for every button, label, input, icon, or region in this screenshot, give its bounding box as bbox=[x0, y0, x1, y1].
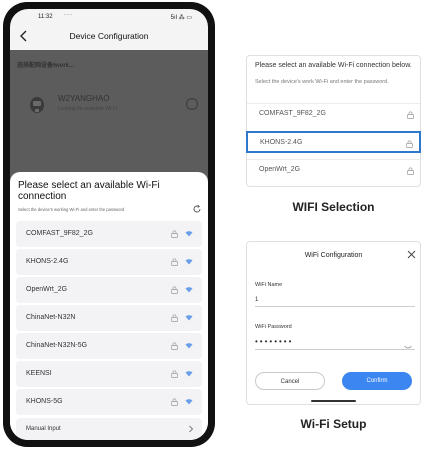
network-name: COMFAST_9F82_2G bbox=[259, 110, 326, 117]
manual-input-label: Manual Input bbox=[26, 426, 61, 432]
network-name: KEENSI bbox=[26, 370, 52, 377]
wifi-name-label: WiFi Name bbox=[255, 282, 283, 288]
lock-icon bbox=[407, 167, 414, 175]
network-item[interactable]: OpenWrt_2G bbox=[16, 277, 202, 303]
lock-icon bbox=[171, 230, 178, 238]
sheet-subtitle: Select the device's working Wi-Fi and en… bbox=[18, 207, 125, 212]
status-time: 11:32 bbox=[38, 14, 53, 20]
status-icons: 5ıl ⁂ ▭ bbox=[170, 15, 192, 21]
lock-icon bbox=[171, 258, 178, 266]
device-row: W2YANGHAO Looking for available Wi-Fi... bbox=[28, 92, 198, 118]
wifi-password-label: WiFi Password bbox=[255, 324, 292, 330]
device-radio[interactable] bbox=[186, 98, 198, 110]
device-status: Looking for available Wi-Fi... bbox=[58, 106, 122, 112]
status-dots: ··· bbox=[64, 12, 73, 18]
network-item[interactable]: KHONS-2.4G bbox=[16, 249, 202, 275]
close-icon[interactable] bbox=[407, 250, 416, 259]
nav-bar: Device Configuration bbox=[10, 24, 208, 50]
network-item[interactable]: COMFAST_9F82_2G bbox=[16, 221, 202, 247]
config-title: WiFi Configuration bbox=[304, 252, 363, 259]
cancel-button[interactable]: Cancel bbox=[255, 372, 325, 390]
wifi-password-input[interactable]: •••••••• bbox=[255, 337, 415, 350]
network-name: OpenWrt_2G bbox=[259, 166, 301, 173]
manual-input-item[interactable]: Manual Input bbox=[16, 418, 202, 440]
network-name: ChinaNet-N32N-5G bbox=[26, 342, 88, 349]
network-name: COMFAST_9F82_2G bbox=[26, 230, 93, 237]
network-item[interactable]: ChinaNet-N32N bbox=[16, 305, 202, 331]
sheet-title: Please select an available Wi-Fi connect… bbox=[18, 180, 160, 202]
wifi-selection-caption: WIFI Selection bbox=[292, 200, 375, 214]
selection-title: Please select an available Wi-Fi connect… bbox=[255, 62, 412, 69]
network-item[interactable]: ChinaNet-N32N-5G bbox=[16, 333, 202, 359]
wifi-icon bbox=[185, 343, 193, 349]
device-name: W2YANGHAO bbox=[58, 94, 110, 103]
device-icon bbox=[30, 97, 44, 113]
lock-icon bbox=[171, 314, 178, 322]
network-name: KHONS-5G bbox=[26, 398, 63, 405]
selection-network-item[interactable]: OpenWrt_2G bbox=[247, 159, 420, 181]
dimmed-background: 选择配网设备twork... W2YANGHAO Looking for ava… bbox=[10, 50, 208, 185]
phone-frame: 11:32 ··· 5ıl ⁂ ▭ Device Configuration 选… bbox=[3, 2, 215, 447]
network-item[interactable]: KEENSI bbox=[16, 361, 202, 387]
wifi-icon bbox=[185, 259, 193, 265]
network-name: KHONS-2.4G bbox=[260, 139, 303, 146]
network-list: COMFAST_9F82_2G KHONS-2.4G OpenWrt_2G Ch… bbox=[16, 221, 202, 417]
wifi-selection-card: Please select an available Wi-Fi connect… bbox=[246, 55, 421, 187]
status-bar: 11:32 ··· 5ıl ⁂ ▭ bbox=[10, 9, 208, 24]
wifi-bottom-sheet: Please select an available Wi-Fi connect… bbox=[10, 172, 208, 440]
network-name: KHONS-2.4G bbox=[26, 258, 69, 265]
wifi-configuration-card: WiFi Configuration WiFi Name 1 WiFi Pass… bbox=[246, 241, 421, 405]
lock-icon bbox=[407, 111, 414, 119]
refresh-icon[interactable] bbox=[192, 204, 202, 214]
network-item[interactable]: KHONS-5G bbox=[16, 389, 202, 415]
home-indicator bbox=[311, 400, 356, 402]
phone-screen: 11:32 ··· 5ıl ⁂ ▭ Device Configuration 选… bbox=[10, 9, 208, 440]
network-name: ChinaNet-N32N bbox=[26, 314, 76, 321]
lock-icon bbox=[171, 286, 178, 294]
network-name: OpenWrt_2G bbox=[26, 286, 68, 293]
eye-icon[interactable] bbox=[404, 345, 412, 350]
chevron-right-icon bbox=[189, 425, 194, 433]
wifi-icon bbox=[185, 287, 193, 293]
page-title: Device Configuration bbox=[69, 31, 149, 41]
selection-network-item-selected[interactable]: KHONS-2.4G bbox=[246, 131, 421, 153]
lock-icon bbox=[171, 342, 178, 350]
selection-network-item[interactable]: COMFAST_9F82_2G bbox=[247, 103, 420, 125]
wifi-setup-caption: Wi-Fi Setup bbox=[300, 417, 367, 431]
wifi-icon bbox=[185, 231, 193, 237]
wifi-icon bbox=[185, 399, 193, 405]
wifi-name-input[interactable]: 1 bbox=[255, 297, 415, 307]
lock-icon bbox=[406, 140, 413, 148]
lock-icon bbox=[171, 370, 178, 378]
selection-subtitle: Select the device's work Wi-Fi and enter… bbox=[255, 79, 389, 85]
dimmed-header: 选择配网设备twork... bbox=[17, 63, 75, 69]
lock-icon bbox=[171, 398, 178, 406]
confirm-button[interactable]: Confirm bbox=[342, 372, 412, 390]
wifi-icon bbox=[185, 371, 193, 377]
wifi-icon bbox=[185, 315, 193, 321]
